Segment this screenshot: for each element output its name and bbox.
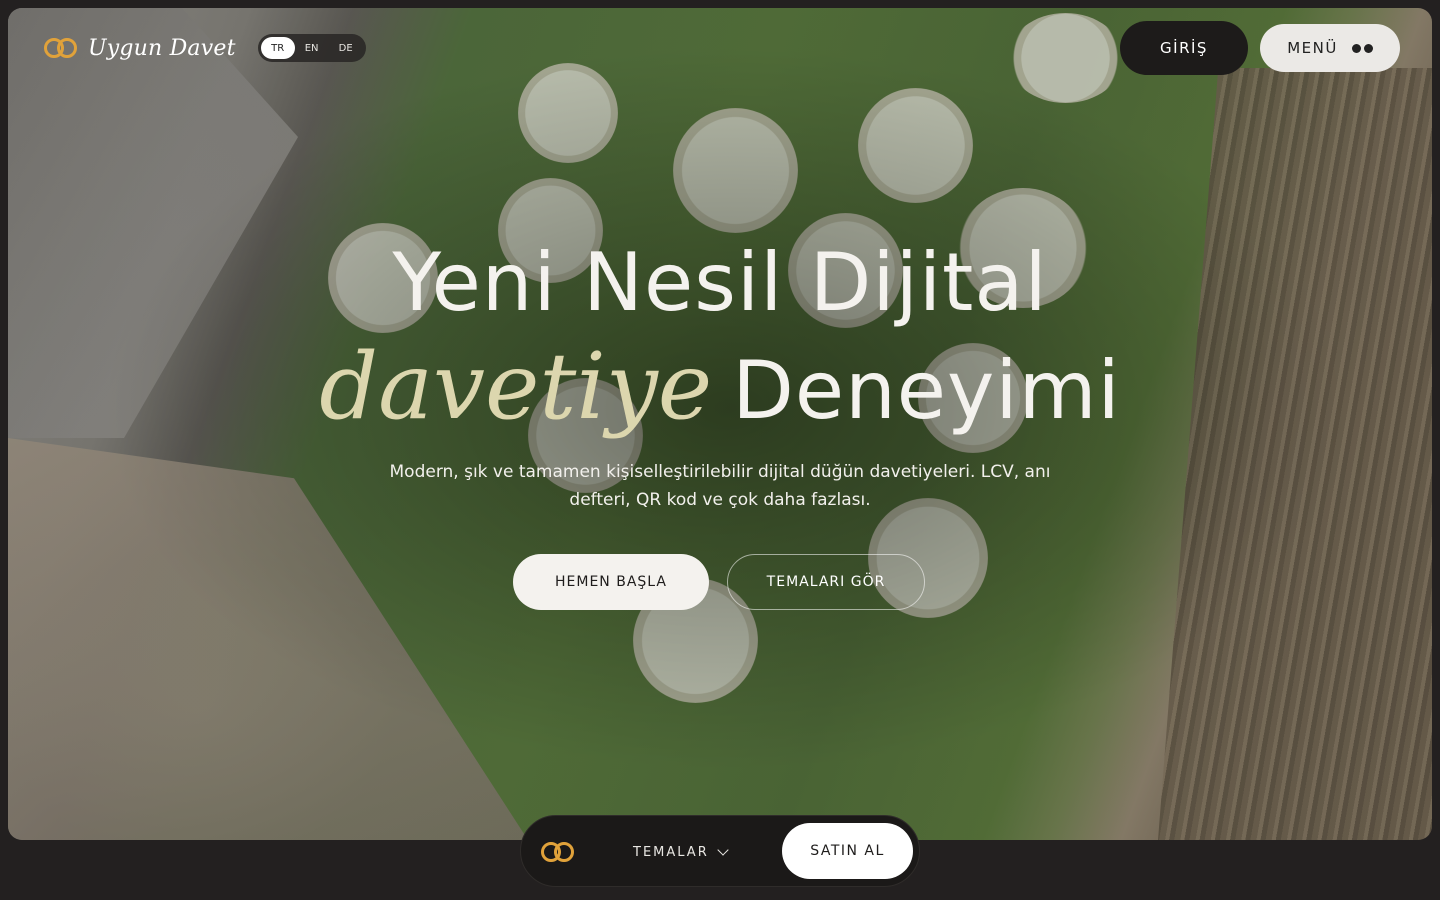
menu-label: MENÜ [1287, 39, 1338, 57]
login-button[interactable]: GİRİŞ [1120, 21, 1248, 75]
buy-button[interactable]: SATIN AL [782, 823, 913, 879]
hero-title-script: davetiye [319, 333, 713, 440]
bottom-dock: TEMALAR SATIN AL [520, 815, 920, 887]
menu-button[interactable]: MENÜ [1260, 24, 1400, 72]
hero-title-line1: Yeni Nesil Dijital [392, 236, 1048, 329]
language-switcher: TR EN DE [257, 34, 366, 62]
themes-dropdown-label: TEMALAR [633, 844, 709, 860]
hero-title-word: Deneyimi [732, 344, 1121, 437]
hero-heading: Yeni Nesil Dijital davetiye Deneyimi [0, 228, 1440, 446]
dots-icon [1351, 43, 1373, 53]
brand-logo-link[interactable]: Uygun Davet TR EN DE [44, 34, 366, 62]
brand-name: Uygun Davet [88, 35, 236, 61]
chevron-down-icon [717, 844, 729, 856]
get-started-button[interactable]: HEMEN BAŞLA [513, 554, 709, 610]
lang-option-tr[interactable]: TR [260, 37, 295, 59]
themes-dropdown[interactable]: TEMALAR [633, 816, 729, 888]
view-themes-button[interactable]: TEMALARI GÖR [727, 554, 925, 610]
rings-icon[interactable] [541, 840, 575, 864]
hero-title-line2: davetiye Deneyimi [0, 332, 1440, 446]
hero-subtitle: Modern, şık ve tamamen kişiselleştirileb… [389, 462, 1051, 510]
lang-option-de[interactable]: DE [329, 37, 363, 59]
lang-option-en[interactable]: EN [295, 37, 329, 59]
rings-icon [44, 36, 78, 60]
